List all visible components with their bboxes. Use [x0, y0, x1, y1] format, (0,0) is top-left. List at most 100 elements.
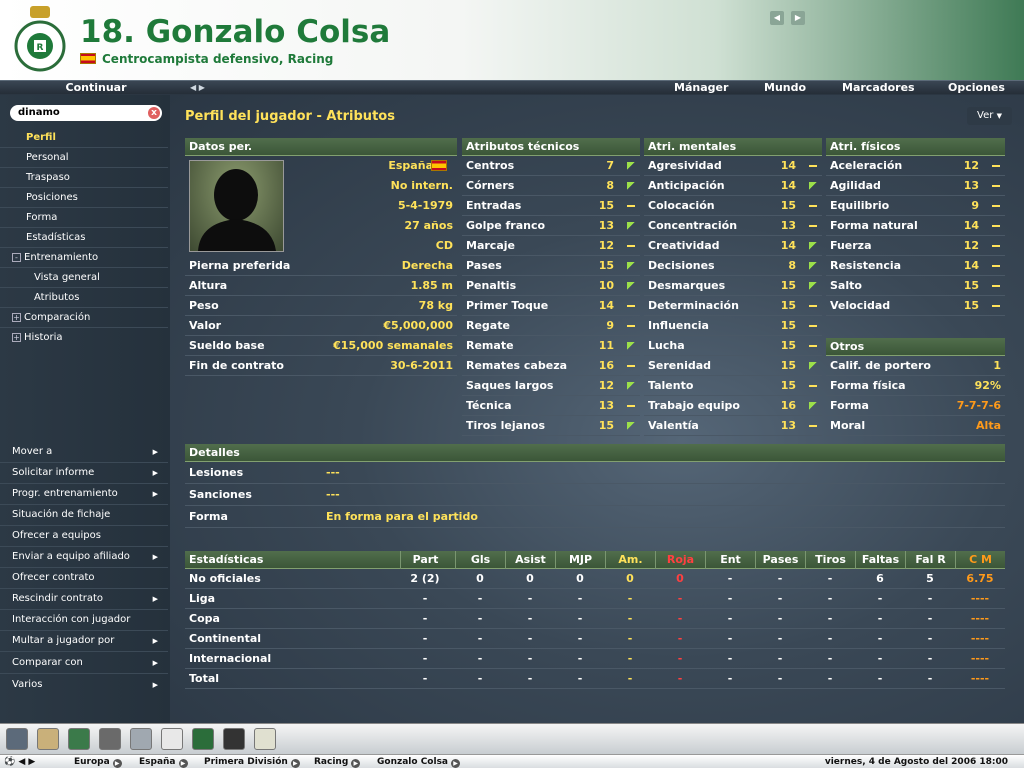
- stats-column-header[interactable]: Fal R: [905, 551, 955, 569]
- action-request-report[interactable]: Solicitar informe ▶: [0, 463, 168, 484]
- stats-cell: -: [477, 672, 483, 685]
- clear-search-icon[interactable]: x: [148, 107, 160, 119]
- action-terminate-contract[interactable]: Rescindir contrato ▶: [0, 589, 168, 610]
- action-move-to[interactable]: Mover a ▶: [0, 442, 168, 463]
- mental-attr-row: Trabajo equipo 16: [644, 396, 822, 416]
- view-dropdown-button[interactable]: Ver ▼: [967, 107, 1012, 125]
- notes-icon[interactable]: [161, 728, 183, 750]
- action-compare-with[interactable]: Comparar con ▶: [0, 653, 168, 674]
- action-send-affiliate[interactable]: Enviar a equipo afiliado ▶: [0, 547, 168, 568]
- mental-attr-row: Serenidad 15: [644, 356, 822, 376]
- attr-value: 15: [780, 319, 796, 332]
- sidebar-item-estadisticas[interactable]: Estadísticas: [0, 228, 168, 248]
- sidebar-item-traspaso[interactable]: Traspaso: [0, 168, 168, 188]
- stats-column-header[interactable]: MJP: [555, 551, 605, 569]
- attr-value: 8: [788, 259, 796, 272]
- stats-column-header[interactable]: Part: [400, 551, 450, 569]
- personal-row: Peso 78 kg: [185, 296, 457, 316]
- stats-cell: -: [727, 652, 733, 665]
- stats-column-header[interactable]: Tiros: [805, 551, 855, 569]
- attr-label: Talento: [648, 379, 694, 392]
- sidebar-item-perfil[interactable]: Perfil: [0, 128, 168, 148]
- attr-value: 14: [598, 299, 614, 312]
- back-arrow-icon[interactable]: ◀: [770, 11, 784, 25]
- stats-cell: -: [577, 612, 583, 625]
- clipboard-icon[interactable]: [254, 728, 276, 750]
- technical-attr-row: Córners 8: [462, 176, 640, 196]
- forward-arrow-icon[interactable]: ▶: [791, 11, 805, 25]
- history-nav-icon[interactable]: ◀ ▶: [190, 81, 205, 94]
- stats-cell: ----: [970, 592, 990, 605]
- stats-cell: -: [777, 672, 783, 685]
- action-fine-player[interactable]: Multar a jugador por ▶: [0, 631, 168, 652]
- menu-manager[interactable]: Mánager: [674, 81, 728, 94]
- attr-label: Influencia: [648, 319, 709, 332]
- sidebar-item-entrenamiento[interactable]: - Entrenamiento: [0, 248, 168, 268]
- action-training-schedule[interactable]: Progr. entrenamiento ▶: [0, 484, 168, 505]
- breadcrumb-item[interactable]: España ▶: [139, 755, 188, 768]
- attr-value: 12: [963, 159, 979, 172]
- expand-icon[interactable]: +: [12, 313, 21, 322]
- page-title: 18. Gonzalo Colsa: [80, 14, 391, 50]
- home-icon[interactable]: [6, 728, 28, 750]
- stats-cell: -: [927, 592, 933, 605]
- breadcrumb-item[interactable]: Gonzalo Colsa ▶: [377, 755, 460, 768]
- stats-cell: 0: [676, 572, 684, 585]
- sidebar-item-historia[interactable]: + Historia: [0, 328, 168, 348]
- breadcrumb-item[interactable]: Primera División ▶: [204, 755, 300, 768]
- collapse-icon[interactable]: -: [12, 253, 21, 262]
- breadcrumb-item[interactable]: Europa ▶: [74, 755, 122, 768]
- pitch-icon[interactable]: [192, 728, 214, 750]
- stats-column-header[interactable]: Pases: [755, 551, 805, 569]
- stats-column-header[interactable]: Gls: [455, 551, 505, 569]
- tactics-icon[interactable]: [99, 728, 121, 750]
- sidebar-item-forma[interactable]: Forma: [0, 208, 168, 228]
- sidebar-item-posiciones[interactable]: Posiciones: [0, 188, 168, 208]
- submenu-arrow-icon: ▶: [152, 659, 158, 667]
- status-nav-icon[interactable]: ⚽ ◀ ▶: [4, 755, 35, 768]
- stats-column-header[interactable]: C M: [955, 551, 1005, 569]
- attr-label: Córners: [466, 179, 515, 192]
- action-player-interaction[interactable]: Interacción con jugador: [0, 610, 168, 631]
- action-offer-contract[interactable]: Ofrecer contrato: [0, 568, 168, 589]
- stats-cell: -: [677, 672, 683, 685]
- stats-column-header[interactable]: Roja: [655, 551, 705, 569]
- stats-column-header[interactable]: Am.: [605, 551, 655, 569]
- action-transfer-status[interactable]: Situación de fichaje: [0, 505, 168, 526]
- expand-icon[interactable]: +: [12, 333, 21, 342]
- action-label: Mover a: [12, 446, 53, 457]
- otros-label: Forma: [830, 399, 869, 412]
- trend-flat-icon: [991, 216, 1001, 235]
- stats-column-header[interactable]: Asist: [505, 551, 555, 569]
- squad-icon[interactable]: [68, 728, 90, 750]
- detail-label: Forma: [189, 510, 228, 523]
- sidebar-item-comparacion[interactable]: + Comparación: [0, 308, 168, 328]
- search-input[interactable]: dinamo x: [10, 105, 162, 121]
- action-offer-to-teams[interactable]: Ofrecer a equipos: [0, 526, 168, 547]
- stats-cell: -: [827, 592, 833, 605]
- attr-label: Forma natural: [830, 219, 918, 232]
- panel-title: Perfil del jugador - Atributos: [185, 109, 395, 124]
- action-misc[interactable]: Varios ▶: [0, 675, 168, 696]
- stats-cell: -: [527, 612, 533, 625]
- breadcrumb-item[interactable]: Racing ▶: [314, 755, 361, 768]
- detail-row: Sanciones ---: [185, 484, 1005, 506]
- stats-title: Estadísticas: [189, 553, 264, 566]
- trophy-icon[interactable]: [130, 728, 152, 750]
- menu-scores[interactable]: Marcadores: [842, 81, 915, 94]
- submenu-arrow-icon: ▶: [152, 595, 158, 603]
- trend-flat-icon: [991, 176, 1001, 195]
- attr-label: Remates cabeza: [466, 359, 568, 372]
- continue-button[interactable]: Continuar: [0, 81, 192, 95]
- stats-cell: -: [877, 672, 883, 685]
- stats-column-header[interactable]: Faltas: [855, 551, 905, 569]
- scout-icon[interactable]: [223, 728, 245, 750]
- menu-world[interactable]: Mundo: [764, 81, 806, 94]
- stats-row-label: Total: [189, 672, 220, 685]
- sidebar-item-vista-general[interactable]: Vista general: [0, 268, 168, 288]
- menu-options[interactable]: Opciones: [948, 81, 1005, 94]
- sidebar-item-atributos[interactable]: Atributos: [0, 288, 168, 308]
- stats-column-header[interactable]: Ent: [705, 551, 755, 569]
- sidebar-item-personal[interactable]: Personal: [0, 148, 168, 168]
- inbox-icon[interactable]: [37, 728, 59, 750]
